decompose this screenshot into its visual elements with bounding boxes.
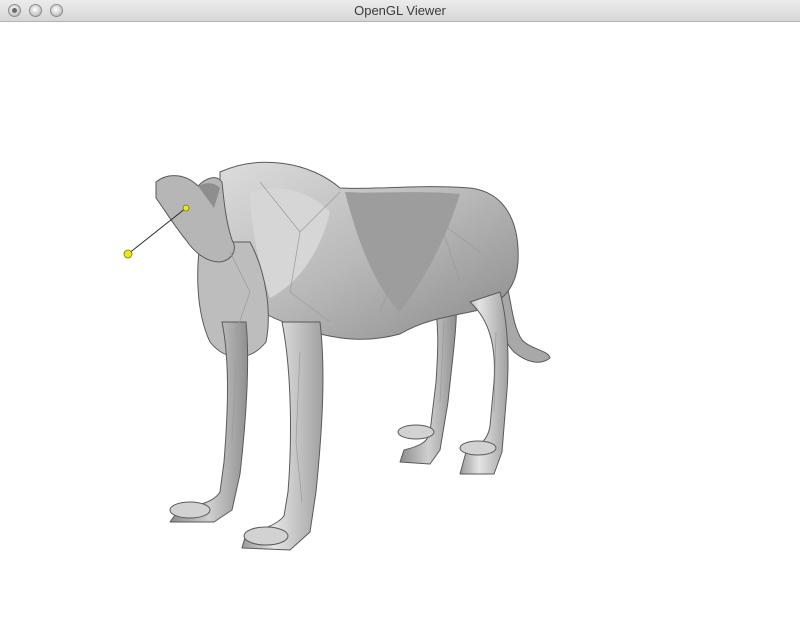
wolf-front-leg-back xyxy=(169,321,249,523)
control-point-anchor[interactable] xyxy=(123,249,133,259)
title-bar[interactable]: OpenGL Viewer xyxy=(0,0,800,22)
opengl-viewer-window: OpenGL Viewer xyxy=(0,0,800,622)
gl-canvas[interactable] xyxy=(0,22,800,622)
gl-viewport[interactable] xyxy=(0,22,800,622)
control-point-target[interactable] xyxy=(182,204,190,212)
window-title: OpenGL Viewer xyxy=(354,3,446,18)
wolf-paws xyxy=(169,424,497,546)
wolf-front-leg-near xyxy=(241,321,324,551)
wolf-model[interactable] xyxy=(155,161,551,551)
wolf-head xyxy=(155,175,235,263)
